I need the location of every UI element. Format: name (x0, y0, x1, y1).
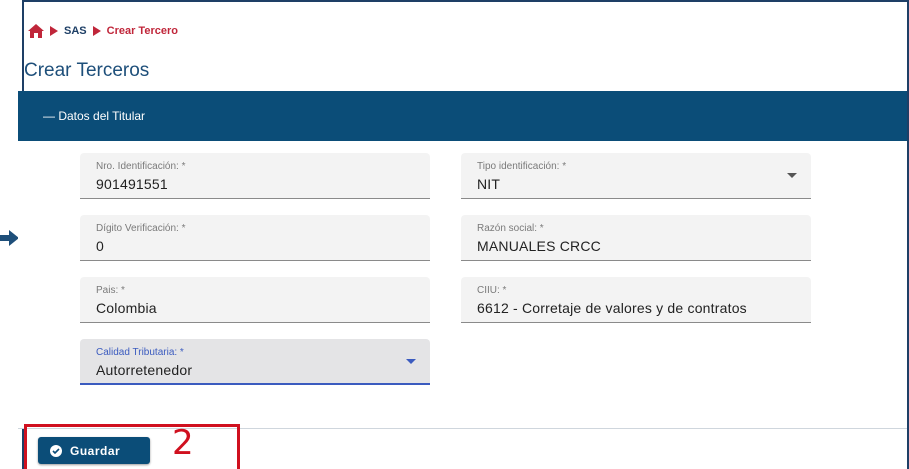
field-value: Autorretenedor (96, 362, 193, 378)
save-button-label: Guardar (70, 443, 121, 458)
field-value: 6612 - Corretaje de valores y de contrat… (477, 300, 747, 316)
pais-field[interactable]: Pais: * Colombia (80, 277, 430, 323)
breadcrumb-item-sas[interactable]: SAS (64, 25, 87, 37)
section-header-titular[interactable]: — Datos del Titular (18, 91, 907, 141)
field-value: 901491551 (96, 176, 168, 192)
breadcrumb-item-current: Crear Tercero (106, 25, 178, 37)
annotation-step-number: 2 (172, 423, 194, 463)
digito-verificacion-field[interactable]: Dígito Verificación: * 0 (80, 215, 430, 261)
ciiu-field[interactable]: CIIU: * 6612 - Corretaje de valores y de… (461, 277, 811, 323)
home-icon[interactable] (28, 24, 44, 38)
field-label: CIIU: * (477, 285, 507, 296)
nro-identificacion-field[interactable]: Nro. Identificación: * 901491551 (80, 153, 430, 199)
razon-social-field[interactable]: Razón social: * MANUALES CRCC (461, 215, 811, 261)
field-label: Tipo identificación: * (477, 161, 567, 172)
field-label: Calidad Tributaria: * (96, 347, 184, 358)
field-label: Razón social: * (477, 223, 544, 234)
page-title: Crear Terceros (24, 60, 150, 81)
dropdown-arrow-icon (787, 173, 797, 178)
side-arrow-icon (0, 230, 19, 246)
field-value: 0 (96, 238, 104, 254)
calidad-tributaria-select[interactable]: Calidad Tributaria: * Autorretenedor (80, 339, 430, 385)
breadcrumb-separator-icon (92, 26, 101, 36)
field-label: Dígito Verificación: * (96, 223, 186, 234)
tipo-identificacion-select[interactable]: Tipo identificación: * NIT (461, 153, 811, 199)
dropdown-arrow-icon (406, 359, 416, 364)
breadcrumb: SAS Crear Tercero (28, 20, 178, 42)
field-value: NIT (477, 176, 501, 192)
field-value: Colombia (96, 300, 157, 316)
field-label: Nro. Identificación: * (96, 161, 186, 172)
check-circle-icon (50, 444, 62, 457)
field-value: MANUALES CRCC (477, 238, 601, 254)
breadcrumb-separator-icon (50, 26, 58, 36)
section-header-label: — Datos del Titular (43, 109, 146, 123)
save-button[interactable]: Guardar (38, 437, 150, 464)
field-label: Pais: * (96, 285, 125, 296)
